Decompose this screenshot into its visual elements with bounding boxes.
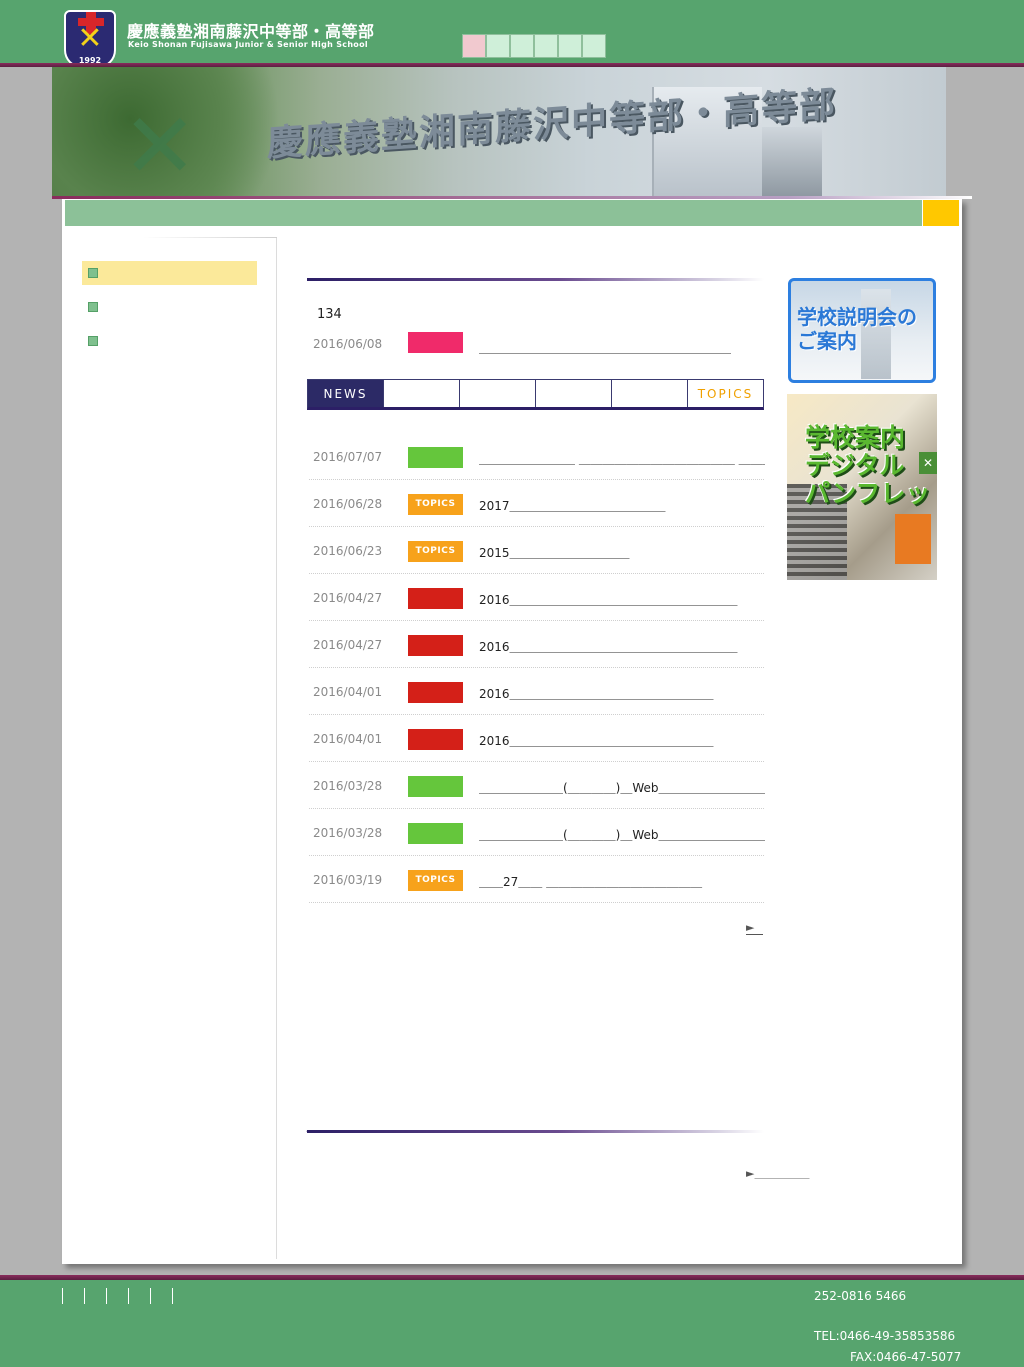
tab-topics[interactable]: TOPICS	[688, 380, 763, 407]
footer-link[interactable]	[84, 1288, 106, 1304]
footer-link[interactable]	[150, 1288, 172, 1304]
footer-link[interactable]	[106, 1288, 128, 1304]
news-date: 2016/06/28	[313, 497, 383, 511]
news-tabs: NEWS TOPICS	[307, 379, 764, 410]
digital-pamphlet-banner[interactable]: 学校案内 デジタル パンフレット ✕	[787, 394, 937, 580]
news-title-link[interactable]: 2016＿＿＿＿＿＿＿＿＿＿＿＿＿＿＿＿＿	[479, 685, 765, 702]
news-title-link[interactable]: 2016＿＿＿＿＿＿＿＿＿＿＿＿＿＿＿＿＿	[479, 732, 765, 749]
site-footer: 252-0816 5466 TEL:0466-49-35853586 FAX:0…	[0, 1280, 1024, 1367]
tab-4[interactable]	[536, 380, 612, 407]
news-date: 2016/07/07	[313, 450, 383, 464]
news-title-link[interactable]: 2016＿＿＿＿＿＿＿＿＿＿＿＿＿＿＿＿＿＿＿	[479, 591, 765, 608]
news-title-link[interactable]: ＿＿27＿＿ ＿＿＿＿＿＿＿＿＿＿＿＿＿	[479, 873, 765, 890]
news-title-link[interactable]: ＿＿＿＿＿＿＿＿ ＿＿＿＿＿＿＿＿＿＿＿＿＿ ＿＿＿＿＿＿＿ ＿＿＿	[479, 450, 765, 467]
news-category-tag: TOPICS	[408, 494, 463, 515]
school-logo[interactable]: ✕ 1992	[64, 10, 116, 68]
news-row: 2016/03/28 ＿＿＿＿＿＿＿(＿＿＿＿)＿Web＿＿＿＿＿＿＿＿＿＿＿	[309, 809, 765, 856]
news-title-link[interactable]: 2015＿＿＿＿＿＿＿＿＿＿	[479, 544, 765, 561]
section-divider	[307, 1130, 764, 1133]
news-title-link[interactable]: 2017＿＿＿＿＿＿＿＿＿＿＿＿＿	[479, 497, 765, 514]
tab-2[interactable]	[384, 380, 460, 407]
pinned-date: 2016/06/08	[313, 337, 383, 351]
hero-banner: ✕ 慶應義塾湘南藤沢中等部・高等部	[52, 67, 946, 197]
news-date: 2016/03/19	[313, 873, 383, 887]
news-category-tag: TOPICS	[408, 541, 463, 562]
news-date: 2016/04/01	[313, 685, 383, 699]
sidebar	[63, 237, 277, 1259]
news-title-link[interactable]: 2016＿＿＿＿＿＿＿＿＿＿＿＿＿＿＿＿＿＿＿	[479, 638, 765, 655]
tab-news[interactable]: NEWS	[308, 380, 384, 407]
news-row: 2016/06/28 TOPICS 2017＿＿＿＿＿＿＿＿＿＿＿＿＿	[309, 480, 764, 527]
news-row: 2016/04/27 2016＿＿＿＿＿＿＿＿＿＿＿＿＿＿＿＿＿＿＿	[309, 574, 764, 621]
news-row: 2016/06/23 TOPICS 2015＿＿＿＿＿＿＿＿＿＿	[309, 527, 764, 574]
tab-3[interactable]	[460, 380, 536, 407]
color-swatch-5[interactable]	[558, 34, 582, 58]
section-more-link[interactable]: ►＿＿＿＿＿	[746, 1165, 809, 1181]
nav-accent-box[interactable]	[923, 200, 959, 226]
school-briefing-banner[interactable]: 学校説明会の ご案内	[788, 278, 936, 383]
color-swatch-3[interactable]	[510, 34, 534, 58]
footer-fax: FAX:0466-47-5077	[850, 1350, 962, 1364]
news-category-tag	[408, 823, 463, 844]
footer-link[interactable]	[128, 1288, 150, 1304]
sidebar-item-2[interactable]	[82, 295, 257, 319]
news-row: 2016/04/27 2016＿＿＿＿＿＿＿＿＿＿＿＿＿＿＿＿＿＿＿	[309, 621, 764, 668]
news-row: 2016/04/01 2016＿＿＿＿＿＿＿＿＿＿＿＿＿＿＿＿＿	[309, 715, 764, 762]
footer-tel: TEL:0466-49-35853586	[814, 1329, 956, 1343]
news-category-tag	[408, 776, 463, 797]
news-row: 2016/04/01 2016＿＿＿＿＿＿＿＿＿＿＿＿＿＿＿＿＿	[309, 668, 764, 715]
sidebar-item-3[interactable]	[82, 329, 257, 353]
bullet-icon	[88, 336, 98, 346]
news-category-tag	[408, 447, 463, 468]
site-subtitle: Keio Shonan Fujisawa Junior & Senior Hig…	[128, 40, 368, 49]
news-title-link[interactable]: ＿＿＿＿＿＿＿(＿＿＿＿)＿Web＿＿＿＿＿＿＿＿＿＿＿	[479, 826, 765, 843]
sidebar-item-1[interactable]	[82, 261, 257, 285]
promo-pamphlet-text: 学校案内 デジタル パンフレット	[805, 423, 937, 508]
banner-emblem-icon: ✕	[122, 94, 198, 197]
footer-links	[62, 1288, 194, 1304]
news-category-tag	[408, 588, 463, 609]
news-date: 2016/04/01	[313, 732, 383, 746]
news-count: 134	[317, 307, 342, 322]
news-title-link[interactable]: ＿＿＿＿＿＿＿(＿＿＿＿)＿Web＿＿＿＿＿＿＿＿＿＿＿＿＿＿	[479, 779, 765, 796]
news-date: 2016/06/23	[313, 544, 383, 558]
color-swatch-2[interactable]	[486, 34, 510, 58]
news-date: 2016/03/28	[313, 826, 383, 840]
news-date: 2016/03/28	[313, 779, 383, 793]
bullet-icon	[88, 302, 98, 312]
color-switcher	[462, 34, 606, 58]
promo-briefing-text: 学校説明会の ご案内	[797, 305, 917, 353]
color-swatch-6[interactable]	[582, 34, 606, 58]
tab-5[interactable]	[612, 380, 688, 407]
main-panel: 134 2016/06/08 ＿＿＿＿＿＿＿＿＿＿＿＿＿＿＿＿＿＿＿＿＿ NEW…	[62, 199, 962, 1264]
footer-address: 252-0816 5466	[814, 1289, 907, 1303]
color-swatch-1[interactable]	[462, 34, 486, 58]
site-title[interactable]: 慶應義塾湘南藤沢中等部・高等部	[127, 18, 375, 42]
footer-link[interactable]	[62, 1288, 84, 1304]
logo-x-mark: ✕	[77, 21, 103, 56]
pinned-category-tag	[408, 332, 463, 353]
news-row: 2016/07/07 ＿＿＿＿＿＿＿＿ ＿＿＿＿＿＿＿＿＿＿＿＿＿ ＿＿＿＿＿＿＿…	[309, 433, 765, 480]
news-date: 2016/04/27	[313, 638, 383, 652]
news-row: 2016/03/19 TOPICS ＿＿27＿＿ ＿＿＿＿＿＿＿＿＿＿＿＿＿	[309, 856, 764, 903]
news-category-tag	[408, 729, 463, 750]
site-header: ✕ 1992 慶應義塾湘南藤沢中等部・高等部 Keio Shonan Fujis…	[0, 0, 1024, 68]
news-more-link[interactable]: ►	[746, 921, 763, 935]
news-category-tag	[408, 635, 463, 656]
footer-link[interactable]	[172, 1288, 194, 1304]
close-icon: ✕	[919, 452, 937, 474]
section-divider	[307, 278, 764, 281]
news-category-tag	[408, 682, 463, 703]
global-nav-bar	[65, 200, 922, 226]
bullet-icon	[88, 268, 98, 278]
color-swatch-4[interactable]	[534, 34, 558, 58]
news-row: 2016/03/28 ＿＿＿＿＿＿＿(＿＿＿＿)＿Web＿＿＿＿＿＿＿＿＿＿＿＿＿…	[309, 762, 765, 809]
news-date: 2016/04/27	[313, 591, 383, 605]
pinned-title-link[interactable]: ＿＿＿＿＿＿＿＿＿＿＿＿＿＿＿＿＿＿＿＿＿	[479, 339, 769, 356]
news-category-tag: TOPICS	[408, 870, 463, 891]
